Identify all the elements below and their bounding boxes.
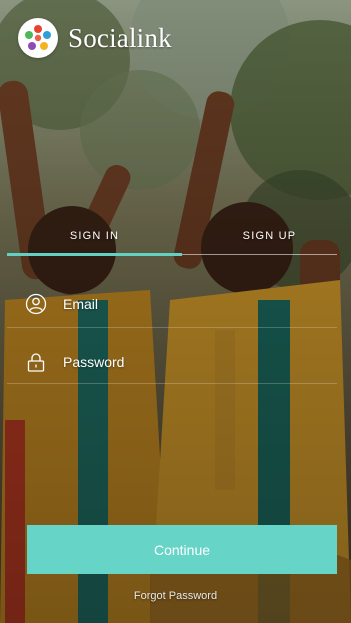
forgot-password-link[interactable]: Forgot Password bbox=[0, 590, 351, 602]
email-field-label: Email bbox=[63, 296, 99, 312]
password-field[interactable]: Password bbox=[7, 340, 337, 384]
tab-sign-in[interactable]: SIGN IN bbox=[7, 218, 182, 254]
lock-icon bbox=[25, 351, 47, 373]
sign-in-screen: Socialink SIGN IN SIGN UP Email Password bbox=[0, 0, 351, 623]
active-tab-indicator bbox=[7, 253, 182, 256]
email-field-underline bbox=[7, 327, 337, 328]
socialink-logo-icon bbox=[18, 18, 58, 58]
app-title: Socialink bbox=[68, 22, 172, 53]
email-field[interactable]: Email bbox=[7, 282, 337, 326]
password-field-label: Password bbox=[63, 354, 125, 370]
password-field-underline bbox=[7, 383, 337, 384]
tab-sign-up[interactable]: SIGN UP bbox=[182, 218, 351, 254]
user-icon bbox=[25, 293, 47, 315]
auth-tabs: SIGN IN SIGN UP bbox=[0, 218, 351, 258]
app-header: Socialink bbox=[18, 18, 172, 58]
continue-button[interactable]: Continue bbox=[27, 525, 337, 574]
